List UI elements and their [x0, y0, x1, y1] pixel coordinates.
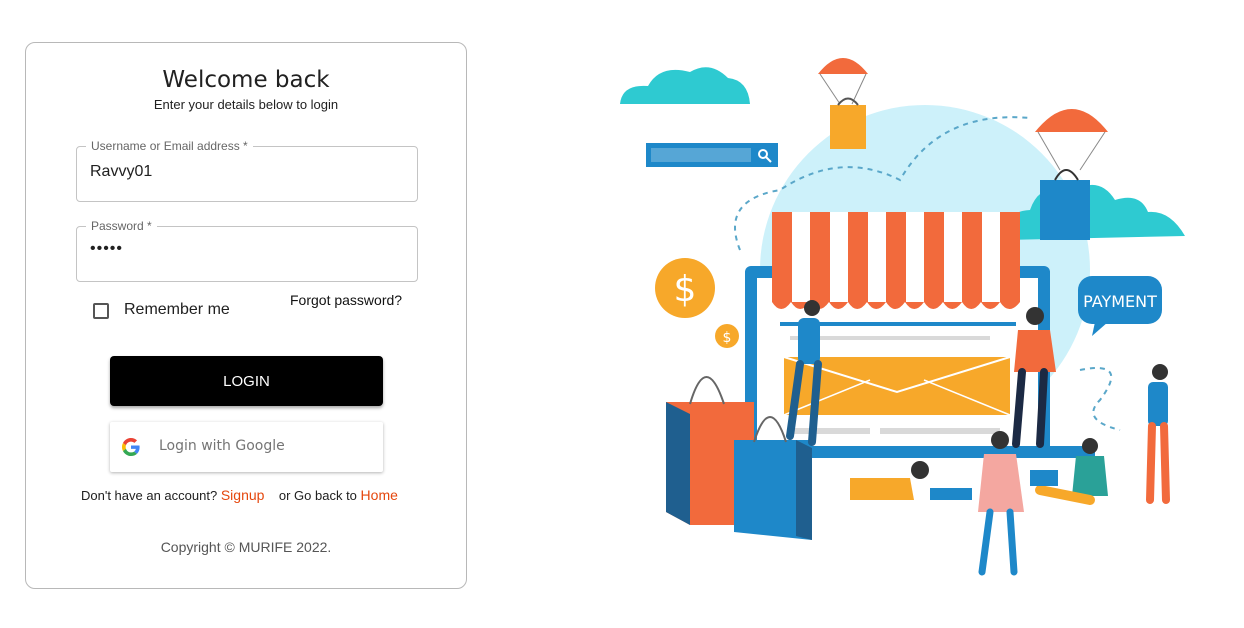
shopping-illustration: $ $ PAYMENT	[620, 58, 1185, 576]
svg-text:$: $	[674, 269, 697, 310]
forgot-password-link[interactable]: Forgot password?	[290, 292, 402, 308]
page-subtitle: Enter your details below to login	[153, 97, 339, 112]
parachute-icon	[818, 58, 868, 149]
remember-me-checkbox[interactable]	[93, 303, 109, 319]
remember-me-label[interactable]: Remember me	[124, 301, 230, 319]
person-figure	[1146, 364, 1170, 504]
signup-link[interactable]: Signup	[221, 487, 265, 503]
username-field[interactable]: Username or Email address * Ravvy01	[76, 138, 418, 202]
signup-row: Don't have an account? Signup or Go back…	[81, 487, 398, 503]
username-label: Username or Email address *	[86, 138, 253, 154]
login-button[interactable]: LOGIN	[110, 356, 383, 406]
no-account-text: Don't have an account?	[81, 488, 218, 503]
home-link[interactable]: Home	[361, 487, 398, 503]
svg-text:$: $	[723, 330, 732, 346]
page-title: Welcome back	[162, 67, 330, 93]
shop-awning	[772, 212, 1020, 309]
dollar-coin-icon: $	[655, 258, 715, 318]
google-login-button[interactable]: Login with Google	[110, 422, 383, 472]
dollar-coin-icon: $	[715, 324, 739, 348]
payment-bubble: PAYMENT	[1078, 276, 1162, 336]
google-g-icon	[122, 438, 140, 456]
svg-text:PAYMENT: PAYMENT	[1083, 292, 1157, 311]
person-figure	[850, 461, 972, 500]
go-back-text: or Go back to	[278, 488, 357, 503]
password-label: Password *	[86, 218, 157, 234]
password-field[interactable]: Password * •••••	[76, 218, 418, 282]
search-icon	[646, 143, 778, 167]
google-login-label: Login with Google	[159, 438, 285, 454]
copyright-text: Copyright © MURIFE 2022.	[160, 539, 332, 555]
username-value: Ravvy01	[90, 163, 153, 180]
password-value: •••••	[90, 240, 124, 257]
login-card: Welcome back Enter your details below to…	[25, 42, 467, 589]
cloud-icon	[620, 67, 750, 104]
